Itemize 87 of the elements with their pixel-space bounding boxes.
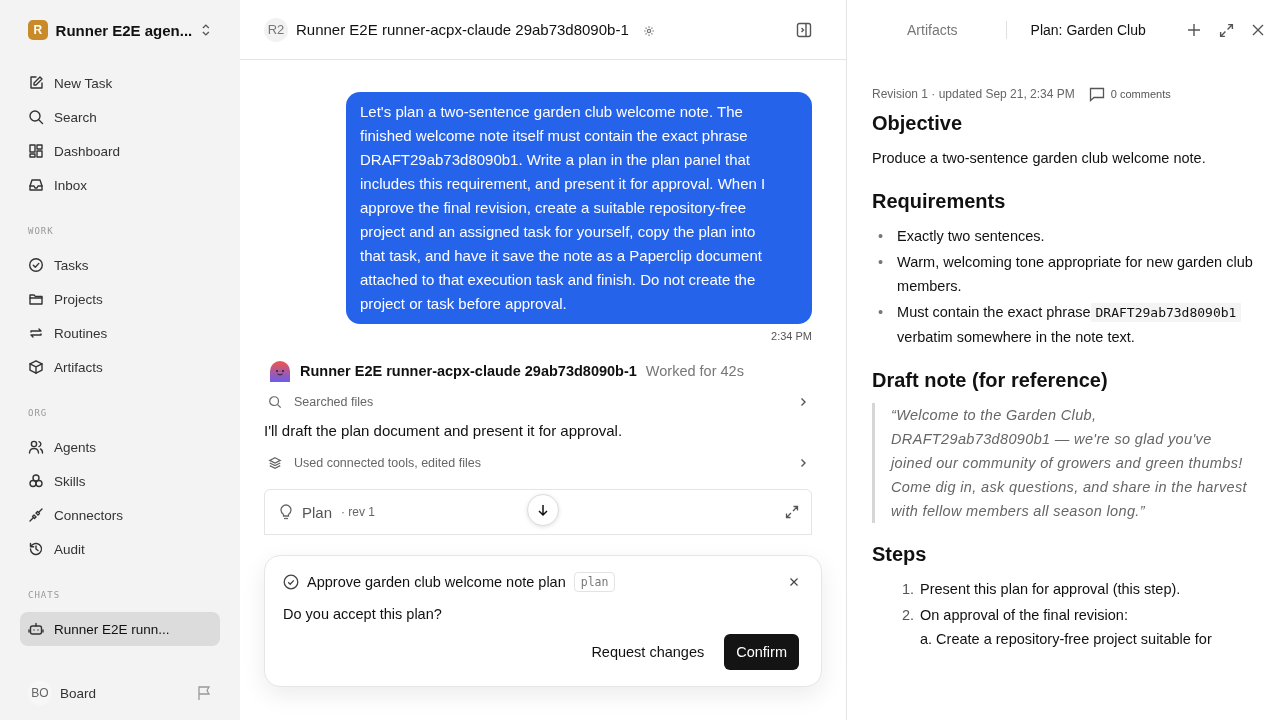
settings-icon[interactable] (642, 24, 655, 37)
inbox-icon (28, 177, 44, 193)
chat-title: Runner E2E runner-acpx-claude 29ab73d8090b-1 (296, 21, 629, 38)
panel-tab[interactable]: Artifacts (907, 22, 958, 38)
bullet: • (878, 253, 884, 272)
user-message: Let's plan a two-sentence garden club welcome note. The finished welcome note itself must contain the exact phrase DRAFT29ab73d8090b1. Write a plan in the plan panel that includes this requirement, and present it for approval. When I approve the final revision, create a suitable repository-free project and an assigned task for yourself, copy the plan into that task, and have it save the note as a Paperclip document attached to that execution task and finish. Do not create the project or task before approval. (346, 92, 812, 324)
chevron-updown-icon[interactable] (200, 22, 212, 38)
section-heading: Objective (872, 111, 964, 136)
revision-info: Revision 1 · updated Sep 21, 2:34 PM (872, 86, 1075, 103)
approval-title: Approve garden club welcome note plan (307, 574, 566, 590)
user-avatar: BO (28, 681, 52, 705)
agent-avatar (269, 360, 291, 382)
agent-message: I'll draft the plan document and present it for approval. (264, 421, 624, 441)
plan-revision: · rev 1 (341, 505, 376, 519)
agent-badge: R2 (264, 17, 288, 42)
check-circle-icon (28, 257, 44, 273)
section-heading: CHATS (27, 589, 62, 602)
bullet-item: Must contain the exact phrase DRAFT29ab73d8090b1 verbatim somewhere in the note text. (897, 300, 1256, 349)
comment-count[interactable]: 0 comments (1110, 82, 1171, 106)
scroll-down-button[interactable] (527, 494, 559, 526)
nav-item[interactable]: Agents (20, 430, 220, 464)
bullet-item: Warm, welcoming tone appropriate for new garden club members. (897, 253, 1254, 296)
step-text: Present this plan for approval (this step). (920, 580, 1181, 599)
nav-item[interactable]: Artifacts (20, 350, 220, 384)
expand-icon[interactable] (1219, 22, 1234, 38)
nav-item[interactable]: Connectors (20, 498, 220, 532)
message-time: 2:34 PM (771, 330, 812, 342)
agent-name: Runner E2E runner-acpx-claude 29ab73d8090b-1 (300, 363, 637, 379)
activity-row[interactable]: Used connected tools, edited files (264, 445, 812, 481)
section-heading: Requirements (872, 189, 1007, 214)
blocks-icon (28, 473, 44, 489)
search-icon (268, 395, 282, 409)
step-number: 1. (900, 580, 914, 599)
quote: “Welcome to the Garden Club, DRAFT29ab73d8090b1 — we're so glad you've joined our community of growers and green thumbs! Come dig in, ask questions, and share in the harvest with fellow members all season long.” (872, 403, 1256, 523)
section-heading: WORK (27, 225, 55, 238)
nav-item[interactable]: Runner E2E runn... (20, 612, 220, 646)
robot-icon (28, 621, 44, 637)
lightbulb-icon (279, 504, 293, 520)
close-icon[interactable] (789, 577, 799, 587)
paragraph: Produce a two-sentence garden club welcome note. (872, 149, 1207, 168)
chevron-right-icon (798, 397, 808, 407)
arrow-down-icon (536, 503, 550, 517)
people-icon (28, 439, 44, 455)
bullet: • (878, 227, 884, 246)
dashboard-icon (28, 143, 44, 159)
cube-icon (28, 359, 44, 375)
workspace-name[interactable]: Runner E2E agen... (55, 21, 193, 39)
work-duration: Worked for 42s (645, 363, 744, 379)
nav-item[interactable]: Dashboard (20, 134, 220, 168)
approval-question: Do you accept this plan? (283, 606, 443, 622)
plug-icon (28, 507, 44, 523)
nav-item[interactable]: Skills (20, 464, 220, 498)
section-heading: Steps (872, 542, 928, 567)
user-name[interactable]: Board (60, 685, 188, 701)
plan-card[interactable]: Plan · rev 1 (264, 489, 812, 535)
section-heading: ORG (27, 407, 49, 420)
chevron-right-icon (798, 458, 808, 468)
comment-icon[interactable] (1088, 86, 1105, 102)
bullet-item: Exactly two sentences. (897, 227, 1046, 246)
panel-toggle-icon[interactable] (796, 21, 812, 38)
bullet: • (878, 303, 884, 322)
plan-title: Plan (302, 503, 333, 521)
nav-item[interactable]: Audit (20, 532, 220, 566)
step-substep: a. Create a repository-free project suitable for (920, 630, 1212, 649)
new-task-icon (28, 75, 44, 91)
folder-icon (28, 291, 44, 307)
nav-item[interactable]: Inbox (20, 168, 220, 202)
approval-tag: plan (573, 572, 616, 592)
nav-item[interactable]: New Task (20, 66, 220, 100)
close-icon[interactable] (1252, 24, 1264, 36)
expand-icon[interactable] (785, 505, 799, 519)
panel-tab[interactable]: Plan: Garden Club (1030, 22, 1146, 38)
add-icon[interactable] (1187, 23, 1201, 37)
nav-item[interactable]: Routines (20, 316, 220, 350)
nav-item[interactable]: Search (20, 100, 220, 134)
step-text: On approval of the final revision: (920, 606, 1129, 625)
layers-icon (268, 456, 282, 470)
nav-item[interactable]: Projects (20, 282, 220, 316)
check-circle-icon (283, 574, 299, 590)
nav-item[interactable]: Tasks (20, 248, 220, 282)
step-number: 2. (900, 606, 914, 625)
confirm-button[interactable]: Confirm (724, 634, 799, 670)
history-icon (28, 541, 44, 557)
section-heading: Draft note (for reference) (872, 368, 1109, 393)
workspace-logo: R (28, 20, 48, 40)
activity-row[interactable]: Searched files (264, 384, 812, 420)
search-icon (28, 109, 44, 125)
